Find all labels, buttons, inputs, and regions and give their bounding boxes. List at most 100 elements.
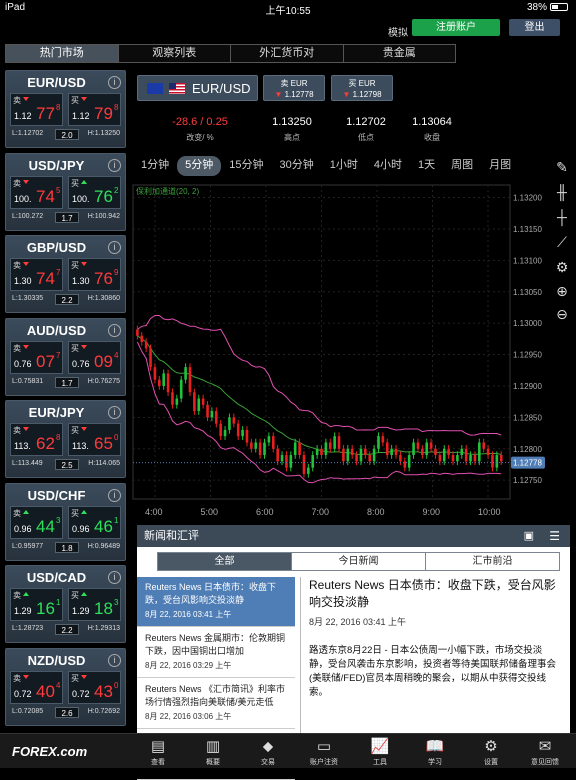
info-icon[interactable]: i: [108, 571, 121, 584]
sell-quote-button[interactable]: 卖 1.30 74 7: [10, 258, 63, 291]
zoom-in-icon[interactable]: ⊕: [550, 279, 574, 303]
info-icon[interactable]: i: [108, 158, 121, 172]
pencil-icon[interactable]: ✎: [550, 155, 574, 179]
news-list-item[interactable]: Reuters News 金属期市：伦敦期铜下跌，因中国铜出口增加 8月 22, …: [137, 628, 295, 678]
buy-quote-button[interactable]: 买 1.29 18 3: [68, 588, 121, 621]
info-icon[interactable]: i: [108, 76, 121, 89]
buy-direction-icon: [81, 427, 87, 431]
info-icon[interactable]: i: [108, 488, 121, 502]
news-item-title: Reuters News 金属期市：伦敦期铜下跌，因中国铜出口增加: [145, 633, 286, 656]
tab-precious-metals[interactable]: 贵金属: [343, 45, 455, 62]
buy-quote-button[interactable]: 买 0.72 43 0: [68, 670, 121, 704]
pair-card[interactable]: NZD/USD i 卖 0.72 40 4 买 0.72 43 0 L:0.72…: [5, 647, 126, 726]
sell-quote-button[interactable]: 卖 100. 74 5: [10, 175, 63, 209]
window-icon[interactable]: ▣: [524, 525, 534, 547]
pair-card[interactable]: USD/CHF i 卖 0.96 44 3 买 0.96 46 1 L:0.95…: [5, 482, 126, 561]
timeframe-4[interactable]: 1小时: [322, 154, 366, 176]
nav-tools-label: 工具: [373, 759, 387, 766]
buy-eur-button[interactable]: 买 EUR ▼ 1.12798: [331, 75, 393, 101]
pair-card[interactable]: EUR/JPY i 卖 113. 62 8 买 113. 65 0 L:113.…: [5, 400, 126, 478]
sell-quote-button[interactable]: 卖 0.96 44 3: [10, 505, 63, 539]
candlestick-icon[interactable]: ╫: [550, 180, 574, 204]
news-list-item[interactable]: Reuters News 日本债市：收盘下跌，受台风影响交投淡静 8月 22, 2…: [137, 577, 295, 627]
candle-body: [140, 335, 144, 342]
info-icon[interactable]: i: [108, 406, 121, 419]
nav-summary[interactable]: ▥ 概要: [188, 737, 238, 767]
timeframe-7[interactable]: 周图: [443, 154, 481, 176]
nav-funding[interactable]: ▭ 账户注资: [299, 737, 349, 767]
pair-card[interactable]: GBP/USD i 卖 1.30 74 7 买 1.30 76 9 L:1.30…: [5, 235, 126, 313]
share-icon[interactable]: ⇪: [544, 552, 554, 566]
candle-body: [456, 455, 459, 462]
nav-learn[interactable]: 📖 学习: [410, 737, 460, 767]
candle-body: [250, 442, 253, 449]
nav-view[interactable]: ▤ 查看: [133, 737, 183, 767]
pair-card[interactable]: AUD/USD i 卖 0.76 07 7 买 0.76 09 4 L:0.75…: [5, 317, 126, 396]
candle-body: [166, 373, 170, 393]
buy-quote-button[interactable]: 买 1.30 76 9: [68, 258, 121, 291]
candle-body: [197, 398, 201, 412]
pair-card[interactable]: USD/JPY i 卖 100. 74 5 买 100. 76 2 L:100.…: [5, 152, 126, 231]
selected-pair-selector[interactable]: EUR/USD: [137, 75, 258, 101]
zoom-out-icon[interactable]: ⊖: [550, 302, 574, 326]
timeframe-0[interactable]: 1分钟: [133, 154, 177, 176]
timeframe-6[interactable]: 1天: [410, 154, 443, 176]
buy-direction-icon: [81, 179, 87, 184]
bar-chart-icon[interactable]: ┼: [550, 205, 574, 229]
sell-quote-button[interactable]: 卖 113. 62 8: [10, 423, 63, 456]
buy-quote-button[interactable]: 买 113. 65 0: [68, 423, 121, 456]
info-icon[interactable]: i: [108, 323, 121, 337]
news-tab-today[interactable]: 今日新闻: [292, 553, 426, 570]
pair-card[interactable]: USD/CAD i 卖 1.29 16 1 买 1.29 18 3 L:1.28…: [5, 565, 126, 643]
news-list-item[interactable]: Reuters News 《汇市简讯》利率市场行情强烈指向美联储/美元走低 8月 …: [137, 679, 295, 729]
candle-body: [179, 379, 183, 399]
info-icon[interactable]: i: [108, 241, 121, 254]
gear-icon[interactable]: ⚙: [550, 255, 574, 279]
candle-body: [486, 448, 490, 456]
tab-watchlist[interactable]: 观察列表: [118, 45, 231, 62]
candle-body: [412, 442, 415, 456]
news-item-date: 8月 22, 2016 03:41 上午: [145, 610, 232, 619]
news-tab-fx-frontline[interactable]: 汇市前沿: [426, 553, 559, 570]
list-icon[interactable]: ☰: [549, 525, 560, 547]
pair-card[interactable]: EUR/USD i 卖 1.12 77 8 买 1.12 79 8 L:1.12…: [5, 70, 126, 148]
timeframe-3[interactable]: 30分钟: [272, 154, 322, 176]
sell-quote-button[interactable]: 卖 1.12 77 8: [10, 93, 63, 126]
change-label: 改变/ %: [186, 133, 214, 142]
nav-settings[interactable]: ⚙ 设置: [466, 737, 516, 767]
buy-quote-button[interactable]: 买 0.76 09 4: [68, 340, 121, 374]
candle-body: [289, 455, 293, 468]
sell-price-prefix: 1.12: [14, 111, 32, 121]
sell-quote-button[interactable]: 卖 0.72 40 4: [10, 670, 63, 704]
tab-hot-markets[interactable]: 热门市场: [6, 45, 119, 62]
timeframe-5[interactable]: 4小时: [366, 154, 410, 176]
nav-tools[interactable]: 📈 工具: [355, 737, 405, 767]
buy-quote-button[interactable]: 买 1.12 79 8: [68, 93, 121, 126]
sell-label: 卖: [13, 178, 21, 188]
timeframe-2[interactable]: 15分钟: [221, 154, 271, 176]
line-chart-icon[interactable]: ⟋: [550, 230, 574, 254]
sell-quote-button[interactable]: 卖 0.76 07 7: [10, 340, 63, 374]
sell-label: 卖: [13, 343, 21, 353]
nav-feedback[interactable]: ✉ 意见回馈: [520, 737, 570, 767]
candle-body: [228, 417, 231, 430]
nav-trade[interactable]: ⬥ 交易: [243, 737, 293, 767]
candle-body: [451, 455, 455, 462]
price-chart[interactable]: 1.12750 1.12800 1.12850 1.12900 1.12950 1.130…: [129, 181, 546, 521]
pair-name: EUR/USD: [27, 75, 86, 90]
timeframe-1[interactable]: 5分钟: [177, 156, 222, 176]
timeframe-8[interactable]: 月图: [481, 154, 519, 176]
info-icon[interactable]: i: [108, 653, 121, 667]
buy-quote-button[interactable]: 买 0.96 46 1: [68, 505, 121, 539]
sell-quote-button[interactable]: 卖 1.29 16 1: [10, 588, 63, 621]
tab-fx-pairs[interactable]: 外汇货币对: [231, 45, 344, 62]
buy-quote-button[interactable]: 买 100. 76 2: [68, 175, 121, 209]
register-account-button[interactable]: 注册账户: [412, 19, 500, 36]
current-price-label: 1.12778: [513, 459, 542, 468]
sell-eur-button[interactable]: 卖 EUR ▼ 1.12778: [263, 75, 325, 101]
logout-button[interactable]: 登出: [509, 19, 560, 36]
news-item-date: 8月 22, 2016 03:29 上午: [145, 661, 232, 670]
sell-price-pips: 40: [36, 681, 55, 701]
news-tab-all[interactable]: 全部: [158, 553, 292, 570]
buy-price-pips: 76: [94, 186, 113, 206]
